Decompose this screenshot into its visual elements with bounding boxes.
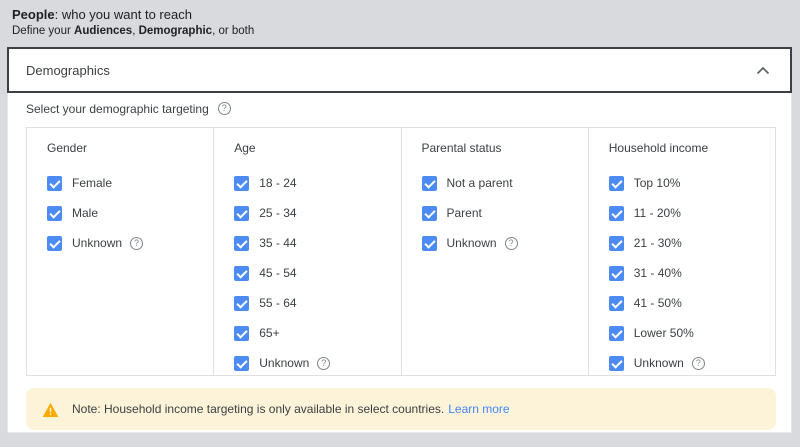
people-subtitle: Define your Audiences, Demographic, or b… (12, 24, 254, 38)
help-icon[interactable]: ? (130, 237, 144, 250)
checkbox-option[interactable]: Unknown? (608, 356, 775, 371)
option-label: Lower 50% (633, 326, 694, 340)
option-label: Top 10% (633, 176, 681, 190)
option-label: Unknown (259, 356, 310, 370)
option-label: 55 - 64 (259, 296, 297, 310)
targeting-label: Select your demographic targeting (26, 101, 209, 116)
checkbox-checked[interactable] (234, 326, 250, 341)
checkbox-option[interactable]: Female (47, 176, 213, 191)
checkbox-option[interactable]: Male (47, 206, 213, 221)
option-label: 11 - 20% (633, 206, 681, 220)
checkbox-checked[interactable] (608, 206, 624, 221)
learn-more-link[interactable]: Learn more (448, 402, 509, 416)
subtitle-audiences: Audiences (74, 25, 133, 37)
checkbox-checked[interactable] (47, 206, 62, 221)
column-parental-status: Parental status Not a parent Parent Unknown… (400, 128, 588, 375)
option-label: 45 - 54 (259, 266, 297, 280)
checkbox-option[interactable]: 21 - 30% (608, 236, 775, 251)
help-icon[interactable]: ? (691, 357, 705, 370)
option-label: Female (72, 176, 113, 190)
checkbox-option[interactable]: 31 - 40% (608, 266, 775, 281)
checkbox-checked[interactable] (608, 266, 624, 281)
checkbox-option[interactable]: Not a parent (421, 176, 588, 191)
people-header: People: who you want to reach Define you… (12, 7, 254, 38)
demographics-card: Demographics Select your demographic tar… (7, 47, 792, 433)
checkbox-option[interactable]: 41 - 50% (608, 296, 775, 311)
checkbox-checked[interactable] (234, 356, 250, 371)
checkbox-option[interactable]: Top 10% (608, 176, 775, 191)
option-label: Unknown (633, 356, 684, 370)
checkbox-checked[interactable] (608, 296, 624, 311)
option-label: 25 - 34 (259, 206, 297, 220)
people-title-rest: : who you want to reach (54, 7, 192, 22)
option-label: Parent (446, 206, 482, 220)
demographics-card-body: Select your demographic targeting ? Gend… (7, 93, 792, 433)
checkbox-checked[interactable] (421, 206, 437, 221)
checkbox-option[interactable]: 11 - 20% (608, 206, 775, 221)
checkbox-option[interactable]: 25 - 34 (234, 206, 400, 221)
option-label: 31 - 40% (633, 266, 682, 280)
section-title: Demographics (26, 62, 110, 78)
option-label: Not a parent (446, 176, 513, 190)
column-age: Age 18 - 24 25 - 34 35 - 44 45 - 54 55 - 64 65… (213, 128, 400, 375)
column-title: Parental status (421, 141, 502, 155)
checkbox-checked[interactable] (608, 236, 624, 251)
demographics-panel: Gender Female Male Unknown? Age 18 - 24 25 - 3… (26, 127, 776, 376)
checkbox-checked[interactable] (421, 176, 437, 191)
help-icon[interactable]: ? (317, 357, 331, 370)
checkbox-checked[interactable] (234, 206, 250, 221)
checkbox-option[interactable]: 18 - 24 (234, 176, 400, 191)
checkbox-option[interactable]: 65+ (234, 326, 400, 341)
option-label: Male (72, 206, 99, 220)
checkbox-checked[interactable] (608, 356, 624, 371)
option-label: 41 - 50% (633, 296, 682, 310)
help-icon[interactable]: ? (217, 102, 231, 115)
option-label: Unknown (72, 236, 123, 250)
checkbox-checked[interactable] (47, 176, 62, 191)
checkbox-option[interactable]: 55 - 64 (234, 296, 400, 311)
subtitle-prefix: Define your (12, 25, 75, 37)
column-title: Household income (608, 141, 709, 155)
targeting-label-row: Select your demographic targeting ? (26, 101, 776, 116)
column-household-income: Household income Top 10% 11 - 20% 21 - 30% 3… (587, 128, 775, 375)
column-gender: Gender Female Male Unknown? (27, 128, 213, 375)
option-label: 18 - 24 (259, 176, 297, 190)
demographics-section-header[interactable]: Demographics (7, 47, 792, 93)
note-text: Note: Household income targeting is only… (72, 402, 445, 416)
column-title: Age (234, 141, 256, 155)
checkbox-checked[interactable] (608, 176, 624, 191)
subtitle-suffix: , or both (212, 25, 255, 37)
checkbox-option[interactable]: 45 - 54 (234, 266, 400, 281)
chevron-up-icon[interactable] (756, 66, 770, 75)
checkbox-checked[interactable] (234, 176, 250, 191)
column-title: Gender (47, 141, 88, 155)
option-label: 35 - 44 (259, 236, 297, 250)
checkbox-option[interactable]: 35 - 44 (234, 236, 400, 251)
checkbox-option[interactable]: Unknown? (421, 236, 588, 251)
checkbox-option[interactable]: Parent (421, 206, 588, 221)
option-label: Unknown (446, 236, 497, 250)
help-icon[interactable]: ? (504, 237, 518, 250)
checkbox-checked[interactable] (234, 266, 250, 281)
subtitle-demographic: Demographic (138, 25, 213, 37)
checkbox-checked[interactable] (421, 236, 437, 251)
checkbox-checked[interactable] (608, 326, 624, 341)
checkbox-option[interactable]: Unknown? (47, 236, 213, 251)
checkbox-checked[interactable] (47, 236, 62, 251)
people-title: People: who you want to reach (12, 7, 254, 23)
people-title-bold: People (12, 7, 55, 22)
option-label: 21 - 30% (633, 236, 682, 250)
checkbox-checked[interactable] (234, 296, 250, 311)
income-note-banner: Note: Household income targeting is only… (26, 388, 776, 430)
checkbox-option[interactable]: Unknown? (234, 356, 400, 371)
warning-icon (42, 402, 59, 417)
option-label: 65+ (259, 326, 280, 340)
checkbox-option[interactable]: Lower 50% (608, 326, 775, 341)
checkbox-checked[interactable] (234, 236, 250, 251)
